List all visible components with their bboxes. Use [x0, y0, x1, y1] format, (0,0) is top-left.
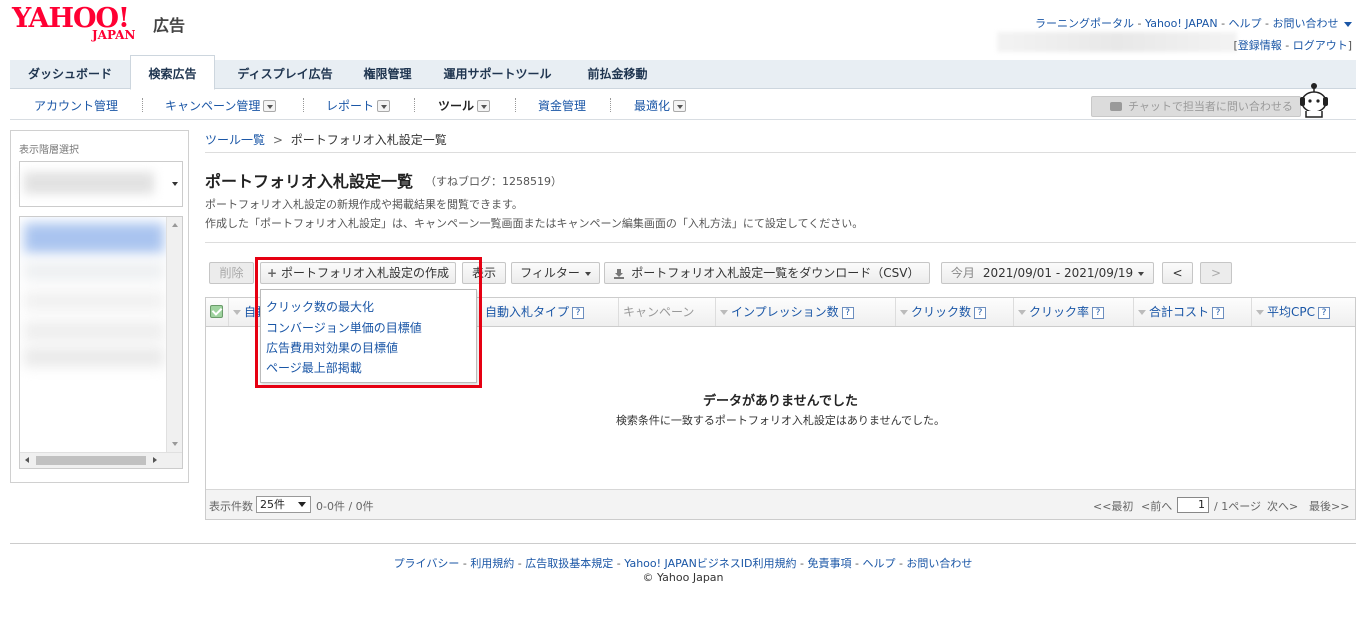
- filter-button[interactable]: フィルター: [511, 262, 600, 284]
- col-campaign: キャンペーン: [618, 298, 715, 326]
- col-avg-cpc[interactable]: 平均CPC?: [1251, 298, 1355, 326]
- chat-bubble-icon: [1110, 102, 1122, 111]
- footer-contact[interactable]: お問い合わせ: [906, 557, 972, 570]
- page-description-2: 作成した「ポートフォリオ入札設定」は、キャンペーン一覧画面またはキャンペーン編集…: [205, 217, 864, 230]
- subnav-report[interactable]: レポート: [326, 97, 391, 114]
- empty-message: 検索条件に一致するポートフォリオ入札設定はありませんでした。: [615, 414, 946, 427]
- chevron-down-icon[interactable]: [1344, 21, 1352, 27]
- chevron-down-icon: [584, 271, 591, 276]
- chevron-down-icon: [377, 99, 391, 112]
- breadcrumb-current: ポートフォリオ入札設定一覧: [290, 133, 447, 147]
- chevron-down-icon: [263, 99, 277, 112]
- period-next-button[interactable]: >: [1200, 262, 1232, 284]
- yahoo-japan-link[interactable]: Yahoo! JAPAN: [1145, 17, 1218, 30]
- logo-ad: 広告: [153, 16, 186, 35]
- download-csv-button[interactable]: ポートフォリオ入札設定一覧をダウンロード（CSV）: [604, 262, 930, 284]
- highlight-box: [255, 257, 482, 388]
- mascot-icon[interactable]: [1296, 82, 1332, 120]
- col-impressions[interactable]: インプレッション数?: [715, 298, 895, 326]
- tab-dashboard[interactable]: ダッシュボード: [10, 60, 130, 89]
- learning-portal-link[interactable]: ラーニングポータル: [1035, 17, 1134, 30]
- breadcrumb-tools[interactable]: ツール一覧: [205, 133, 265, 147]
- pager-next[interactable]: 次へ>: [1267, 498, 1298, 514]
- col-clicks[interactable]: クリック数?: [895, 298, 1013, 326]
- page-subtitle: （すねブログ：1258519）: [425, 175, 562, 188]
- period-select[interactable]: 今月 2021/09/01 - 2021/09/19: [941, 262, 1154, 284]
- chevron-down-icon: [1138, 271, 1145, 276]
- col-ctr[interactable]: クリック率?: [1013, 298, 1133, 326]
- per-page-select[interactable]: 25件: [256, 496, 311, 513]
- help-icon: ?: [841, 306, 854, 319]
- page-number-input[interactable]: 1: [1177, 497, 1209, 513]
- vertical-scrollbar[interactable]: [166, 217, 182, 454]
- help-icon: ?: [1318, 306, 1330, 319]
- footer-privacy[interactable]: プライバシー: [394, 557, 460, 570]
- pager-first[interactable]: <<最初: [1093, 498, 1133, 514]
- footer-terms[interactable]: 利用規約: [470, 557, 514, 570]
- top-links: ラーニングポータル - Yahoo! JAPAN - ヘルプ - お問い合わせ: [1035, 15, 1352, 31]
- footer-disclaimer[interactable]: 免責事項: [807, 557, 851, 570]
- registration-info-link[interactable]: 登録情報: [1238, 39, 1282, 52]
- main-tabs: ダッシュボード 検索広告 ディスプレイ広告 権限管理 運用サポートツール 前払金…: [10, 55, 1356, 90]
- help-icon: ?: [1212, 306, 1225, 319]
- tab-prepay-transfer[interactable]: 前払金移動: [575, 60, 660, 89]
- chevron-down-icon: [477, 99, 491, 112]
- hierarchy-tree[interactable]: [19, 216, 183, 469]
- subnav-account-management[interactable]: アカウント管理: [34, 97, 118, 114]
- chat-button[interactable]: チャットで担当者に問い合わせる: [1091, 96, 1301, 117]
- help-link[interactable]: ヘルプ: [1229, 17, 1262, 30]
- hierarchy-panel: 表示階層選択: [10, 130, 189, 483]
- contact-link[interactable]: お問い合わせ: [1273, 17, 1339, 30]
- breadcrumb: ツール一覧 > ポートフォリオ入札設定一覧: [205, 133, 447, 147]
- period-prev-button[interactable]: <: [1162, 262, 1193, 284]
- chevron-down-icon: [673, 99, 687, 112]
- subnav-funds[interactable]: 資金管理: [538, 97, 586, 114]
- tab-search-ads[interactable]: 検索広告: [130, 55, 215, 90]
- footer-ad-policy[interactable]: 広告取扱基本規定: [525, 557, 613, 570]
- tab-support-tools[interactable]: 運用サポートツール: [435, 60, 560, 89]
- footer-business-id-terms[interactable]: Yahoo! JAPANビジネスID利用規約: [624, 557, 796, 570]
- col-total-cost[interactable]: 合計コスト?: [1133, 298, 1251, 326]
- tab-display-ads[interactable]: ディスプレイ広告: [220, 60, 350, 89]
- pager-prev[interactable]: <前へ: [1141, 498, 1172, 514]
- logo-sub: JAPAN: [92, 28, 136, 42]
- logout-link[interactable]: ログアウト: [1293, 39, 1348, 52]
- help-icon: ?: [1092, 306, 1105, 319]
- pager-last[interactable]: 最後>>: [1309, 498, 1349, 514]
- account-links: [登録情報 - ログアウト]: [1233, 39, 1352, 52]
- copyright: © Yahoo Japan: [642, 571, 724, 584]
- per-page-label: 表示件数: [209, 500, 253, 513]
- hierarchy-panel-title: 表示階層選択: [19, 145, 79, 156]
- user-info-blurred: [997, 32, 1237, 52]
- empty-title: データがありませんでした: [703, 394, 858, 409]
- subnav-campaign-management[interactable]: キャンペーン管理: [165, 97, 277, 114]
- footer-links: プライバシー - 利用規約 - 広告取扱基本規定 - Yahoo! JAPANビ…: [393, 557, 973, 570]
- tab-permissions[interactable]: 権限管理: [350, 60, 425, 89]
- page-total: / 1ページ: [1214, 500, 1261, 513]
- subnav-tools[interactable]: ツール: [438, 97, 491, 114]
- select-all-checkbox[interactable]: [210, 305, 223, 318]
- download-icon: [614, 268, 625, 279]
- chevron-down-icon: [172, 182, 178, 186]
- chat-button-label: チャットで担当者に問い合わせる: [1128, 100, 1293, 113]
- grid-footer: 表示件数 25件 0-0件 / 0件 <<最初 <前へ 1 / 1ページ 次へ>…: [206, 489, 1355, 519]
- page-title: ポートフォリオ入札設定一覧: [205, 172, 414, 191]
- col-auto-bid-type[interactable]: 自動入札タイプ?: [480, 298, 618, 326]
- subnav-optimize[interactable]: 最適化: [634, 97, 687, 114]
- footer-help[interactable]: ヘルプ: [862, 557, 895, 570]
- help-icon: ?: [572, 306, 585, 319]
- page-description-1: ポートフォリオ入札設定の新規作成や掲載結果を閲覧できます。: [205, 198, 523, 211]
- record-count: 0-0件 / 0件: [316, 500, 374, 513]
- account-select[interactable]: [19, 161, 183, 207]
- horizontal-scrollbar[interactable]: [20, 452, 182, 468]
- yahoo-ads-logo[interactable]: YAHOO! JAPAN 広告: [12, 4, 192, 43]
- delete-button[interactable]: 削除: [209, 262, 254, 284]
- help-icon: ?: [974, 306, 987, 319]
